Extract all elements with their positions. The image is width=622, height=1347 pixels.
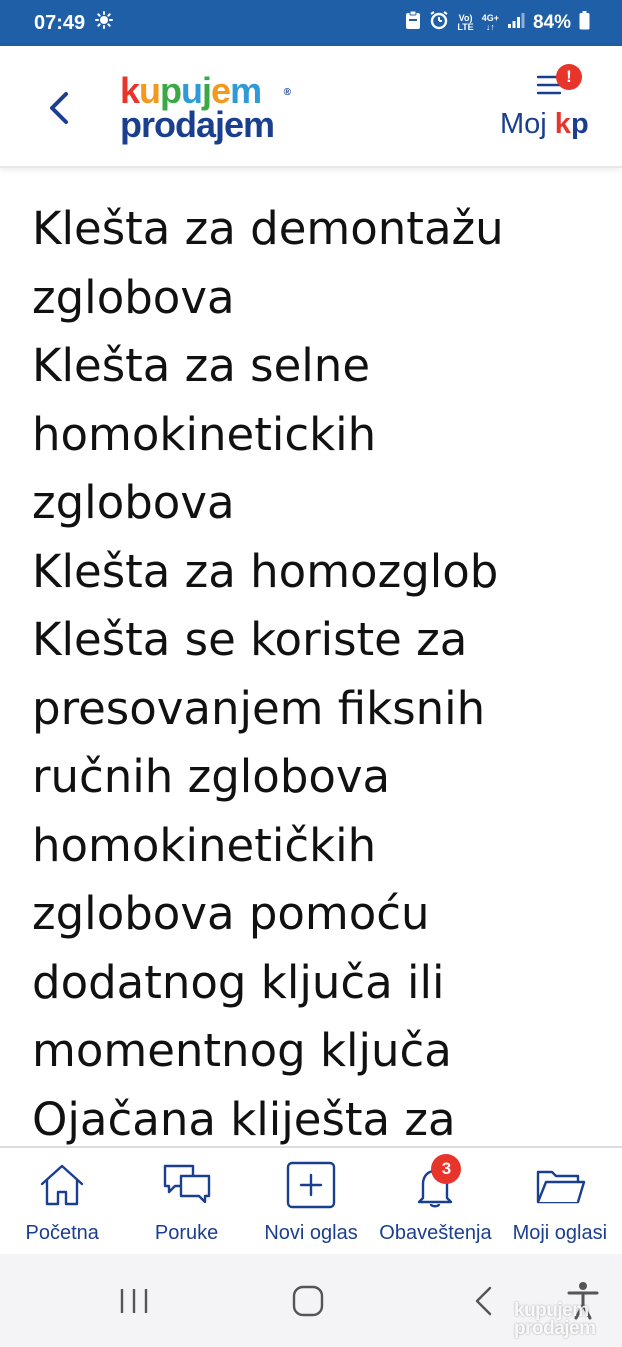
- watermark: kupujem prodajem: [514, 1301, 616, 1342]
- alert-badge: !: [556, 64, 582, 90]
- nav-obavestenja[interactable]: 3 Obaveštenja: [373, 1148, 497, 1254]
- app-header: kupujem ® prodajem ! Moj kp: [0, 46, 622, 168]
- logo-letter-u: u: [139, 70, 161, 111]
- back-system-button[interactable]: [466, 1284, 502, 1318]
- description-line: homokinetičkih: [32, 818, 377, 872]
- logo-line2: prodajem: [120, 104, 275, 145]
- network-type: 4G+ ↓↑: [482, 14, 499, 32]
- description-text: Klešta za demontažu zglobova Klešta za s…: [32, 168, 602, 1146]
- description-line: ručnih zglobova: [32, 750, 391, 803]
- back-button[interactable]: [40, 86, 80, 130]
- logo-line1: kupujem ®: [120, 73, 300, 109]
- moj-kp-button[interactable]: ! Moj kp: [498, 64, 602, 154]
- logo-letter-j: j: [202, 70, 212, 111]
- description-line: Klešta za demontažu: [32, 202, 504, 255]
- nav-label: Moji oglasi: [512, 1222, 608, 1244]
- description-line: zglobova: [32, 476, 235, 529]
- watermark-line2: prodajem: [514, 1318, 596, 1339]
- nav-moji-oglasi[interactable]: Moji oglasi: [498, 1148, 622, 1254]
- home-system-button[interactable]: [290, 1284, 326, 1318]
- kp-text: kp: [555, 108, 589, 140]
- nav-label: Početna: [25, 1222, 99, 1244]
- description-line: Klešta za homozglob: [32, 544, 499, 598]
- ad-description: Klešta za demontažu zglobova Klešta za s…: [32, 168, 602, 1146]
- status-time: 07:49: [34, 11, 86, 34]
- volte-bottom: LTE: [457, 22, 474, 32]
- moj-kp-label: Moj kp: [500, 108, 589, 141]
- nav-poruke[interactable]: Poruke: [124, 1148, 248, 1254]
- description-line: dodatnog ključa ili: [32, 955, 445, 1009]
- nav-label: Novi oglas: [264, 1222, 358, 1244]
- back-chevron-icon: [475, 1286, 492, 1316]
- description-line: momentnog ključa: [32, 1024, 452, 1077]
- home-square-icon: [292, 1285, 324, 1317]
- nav-pocetna[interactable]: Početna: [0, 1148, 124, 1254]
- logo-letter-m: m: [230, 70, 262, 111]
- recent-apps-button[interactable]: [116, 1284, 152, 1318]
- home-icon: [41, 1164, 84, 1206]
- description-line: homokinetickih: [32, 407, 377, 461]
- kupujem-prodajem-logo[interactable]: kupujem ® prodajem: [120, 73, 300, 146]
- description-line: Klešta za selne: [32, 339, 371, 392]
- add-ad-icon: [286, 1161, 336, 1209]
- status-bar: 07:49 Vo) LTE 4G+ ↓↑ 84%: [0, 0, 622, 46]
- description-line: Ojačana kliješta za: [32, 1092, 456, 1146]
- nav-novi-oglas[interactable]: Novi oglas: [249, 1148, 373, 1254]
- logo-letter-p: p: [160, 70, 182, 111]
- nav-label: Poruke: [154, 1222, 219, 1244]
- brightness-icon: [95, 11, 114, 35]
- status-right: Vo) LTE 4G+ ↓↑ 84%: [405, 10, 590, 36]
- status-left: 07:49: [34, 11, 114, 35]
- kp-letter-k: k: [554, 108, 571, 140]
- nav-label: Obaveštenja: [379, 1222, 492, 1244]
- chevron-left-icon: [50, 92, 68, 124]
- battery-icon: [579, 10, 590, 36]
- logo-registered: ®: [283, 87, 291, 98]
- description-line: zglobova: [32, 270, 235, 324]
- signal-icon: [507, 11, 525, 35]
- data-arrows-icon: ↓↑: [485, 22, 495, 32]
- kp-letter-p: p: [570, 108, 589, 140]
- clipboard-icon: [405, 10, 421, 36]
- recent-apps-icon: [120, 1289, 148, 1313]
- description-line: zglobova pomoću: [32, 887, 430, 940]
- bottom-nav: Početna Poruke Novi oglas 3 Obaveštenja …: [0, 1146, 622, 1254]
- description-line: Klešta se koriste za: [32, 613, 468, 666]
- folder-icon: [536, 1170, 586, 1204]
- description-line: presovanjem fiksnih: [32, 681, 486, 735]
- moj-text: Moj: [500, 108, 547, 140]
- alarm-icon: [429, 10, 449, 36]
- logo-letter-u2: u: [181, 70, 203, 111]
- battery-level: 84%: [532, 12, 571, 33]
- logo-letter-k: k: [120, 70, 140, 111]
- logo-letter-e: e: [211, 70, 231, 111]
- volte-indicator: Vo) LTE: [457, 14, 473, 32]
- messages-icon: [163, 1164, 210, 1204]
